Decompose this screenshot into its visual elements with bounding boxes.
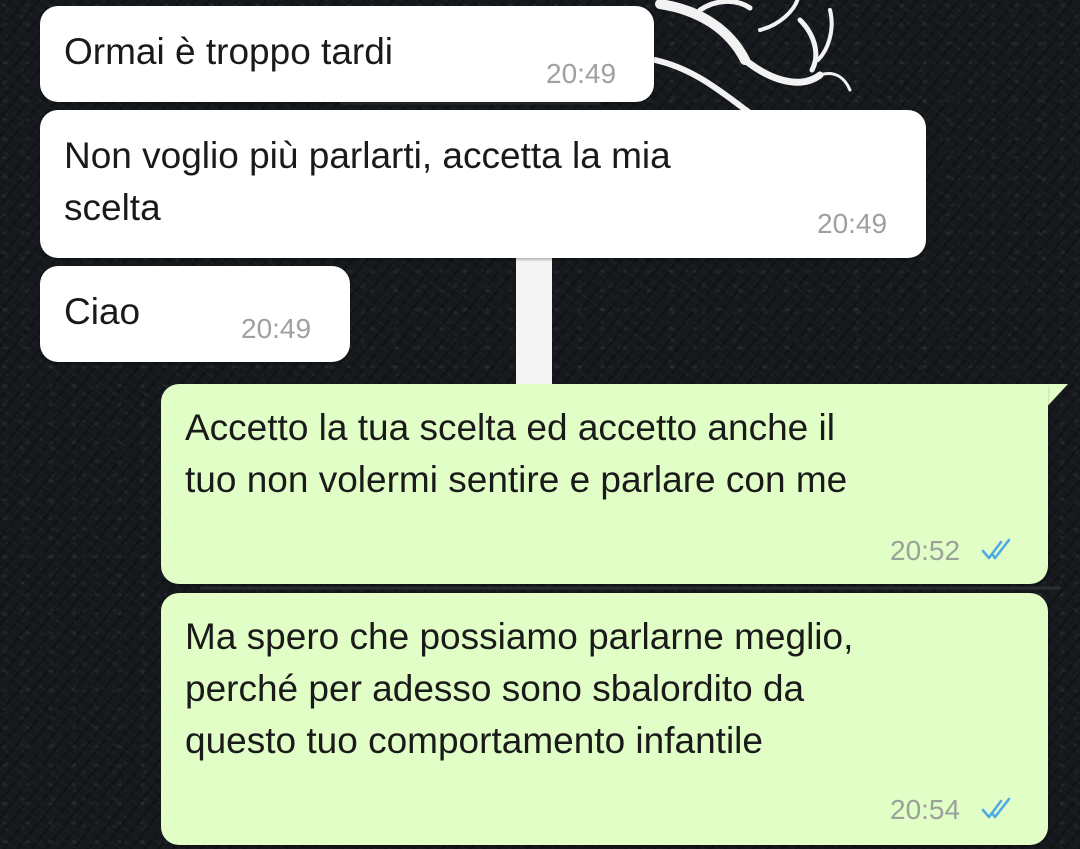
message-text: Non voglio più parlarti, accetta la mia … (64, 135, 671, 228)
message-time: 20:49 (241, 313, 312, 344)
message-text: Ciao (64, 291, 141, 332)
message-time: 20:49 (546, 58, 617, 89)
message-time: 20:52 (890, 535, 961, 566)
incoming-message[interactable]: Ormai è troppo tardi 20:49 (40, 6, 654, 102)
outgoing-message[interactable]: Ma spero che possiamo parlarne meglio, p… (161, 593, 1048, 845)
message-time: 20:49 (817, 208, 888, 239)
message-text: Accetto la tua scelta ed accetto anche i… (185, 407, 848, 500)
double-check-icon (981, 538, 1011, 560)
double-check-icon (981, 797, 1011, 819)
message-time: 20:54 (890, 794, 961, 825)
incoming-message[interactable]: Ciao 20:49 (40, 266, 350, 362)
outgoing-message[interactable]: Accetto la tua scelta ed accetto anche i… (161, 384, 1048, 584)
message-text: Ormai è troppo tardi (64, 31, 394, 72)
incoming-message[interactable]: Non voglio più parlarti, accetta la mia … (40, 110, 926, 258)
message-text: Ma spero che possiamo parlarne meglio, p… (185, 616, 854, 761)
